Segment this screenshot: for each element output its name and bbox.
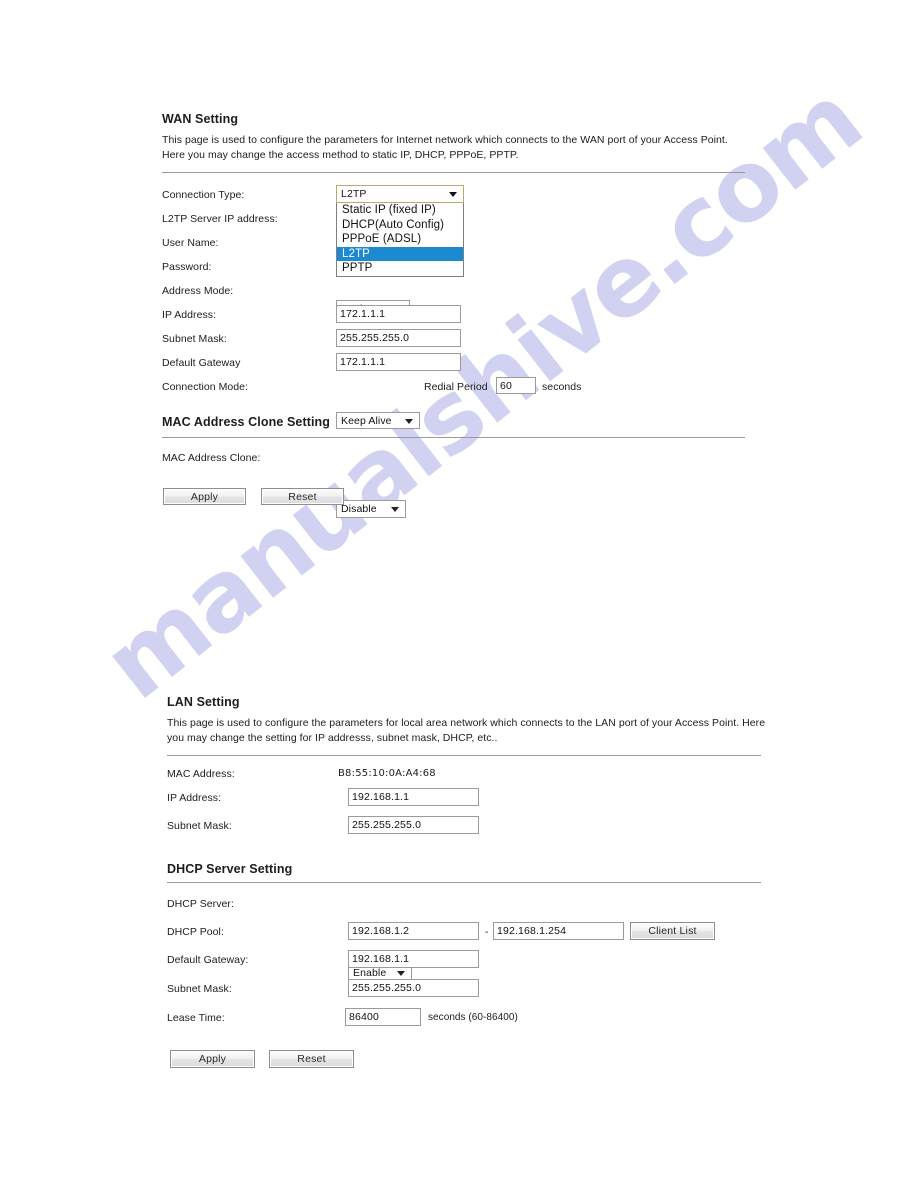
connection-type-option-pptp[interactable]: PPTP [337,261,463,276]
connection-type-option-pppoe[interactable]: PPPoE (ADSL) [337,232,463,247]
wan-default-gateway-label: Default Gateway [162,357,241,369]
wan-setting-description: This page is used to configure the param… [162,134,728,161]
redial-period-input[interactable] [496,377,536,394]
mac-clone-label: MAC Address Clone: [162,452,261,464]
wan-apply-button[interactable]: Apply [163,488,246,505]
lan-subnet-mask-input[interactable] [348,816,479,834]
lan-setting-title: LAN Setting [167,695,240,709]
dhcp-subnet-mask-input[interactable] [348,979,479,997]
chevron-down-icon [397,971,405,976]
wan-ip-address-label: IP Address: [162,309,217,321]
router-config-page: WAN Setting This page is used to configu… [0,0,918,1188]
address-mode-label: Address Mode: [162,285,234,297]
wan-setting-title: WAN Setting [162,112,239,126]
mac-clone-divider [162,437,745,438]
dhcp-pool-end-input[interactable] [493,922,624,940]
user-name-label: User Name: [162,237,219,249]
connection-type-value: L2TP [341,188,367,200]
lan-section-divider [167,755,761,756]
client-list-button[interactable]: Client List [630,922,715,940]
dhcp-apply-button[interactable]: Apply [170,1050,255,1068]
dhcp-default-gateway-input[interactable] [348,950,479,968]
dhcp-reset-button[interactable]: Reset [269,1050,354,1068]
redial-period-unit: seconds [542,381,582,393]
redial-period-label: Redial Period [424,381,488,393]
wan-subnet-mask-input[interactable] [336,329,461,347]
mac-clone-title: MAC Address Clone Setting [162,415,331,429]
lan-subnet-mask-label: Subnet Mask: [167,820,232,832]
password-label: Password: [162,261,212,273]
lan-mac-address-value: B8:55:10:0A:A4:68 [338,768,436,779]
dhcp-subnet-mask-label: Subnet Mask: [167,983,232,995]
connection-type-select[interactable]: L2TP [336,185,464,203]
wan-subnet-mask-label: Subnet Mask: [162,333,227,345]
wan-section-divider [162,172,745,173]
chevron-down-icon [449,192,457,197]
connection-type-option-static-ip[interactable]: Static IP (fixed IP) [337,203,463,218]
dhcp-server-value: Enable [353,967,387,979]
mac-clone-select[interactable]: Disable [336,500,406,518]
lease-time-hint: seconds (60-86400) [428,1012,518,1023]
connection-mode-label: Connection Mode: [162,381,249,393]
connection-type-option-list[interactable]: Static IP (fixed IP) DHCP(Auto Config) P… [336,203,464,277]
connection-type-option-dhcp[interactable]: DHCP(Auto Config) [337,218,463,233]
connection-type-option-l2tp[interactable]: L2TP [337,246,463,261]
chevron-down-icon [391,507,399,512]
lan-ip-address-input[interactable] [348,788,479,806]
l2tp-server-ip-label: L2TP Server IP address: [162,213,278,225]
lan-mac-address-label: MAC Address: [167,768,235,780]
lan-ip-address-label: IP Address: [167,792,222,804]
lease-time-label: Lease Time: [167,1012,225,1024]
dhcp-section-divider [167,882,761,883]
dhcp-server-title: DHCP Server Setting [167,862,293,876]
dhcp-server-label: DHCP Server: [167,898,234,910]
wan-reset-button[interactable]: Reset [261,488,344,505]
dhcp-pool-label: DHCP Pool: [167,926,224,938]
wan-default-gateway-input[interactable] [336,353,461,371]
dhcp-pool-separator: - [485,926,489,938]
connection-mode-value: Keep Alive [341,414,392,427]
lease-time-input[interactable] [345,1008,421,1026]
wan-ip-address-input[interactable] [336,305,461,323]
connection-mode-select[interactable]: Keep Alive [336,412,420,429]
lan-setting-description: This page is used to configure the param… [167,717,766,744]
dhcp-pool-start-input[interactable] [348,922,479,940]
connection-type-label: Connection Type: [162,189,245,201]
chevron-down-icon [405,418,413,424]
mac-clone-value: Disable [341,503,377,515]
dhcp-default-gateway-label: Default Gateway: [167,954,249,966]
